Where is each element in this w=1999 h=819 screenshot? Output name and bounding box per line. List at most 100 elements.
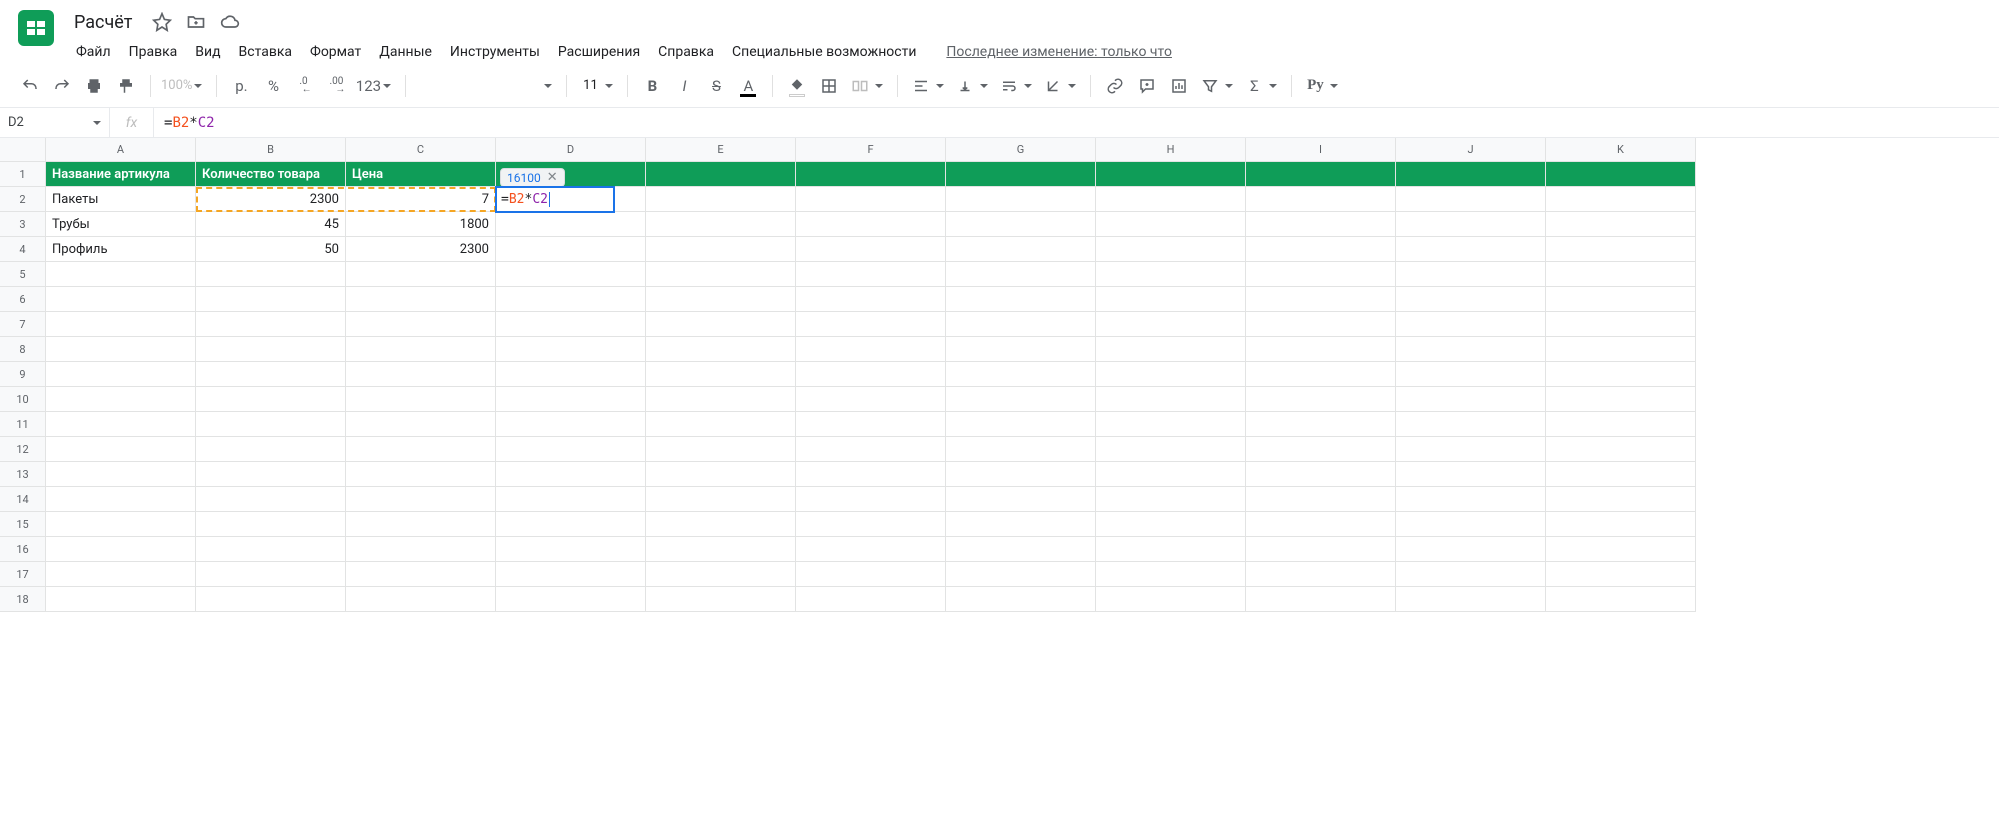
col-header-G[interactable]: G <box>946 138 1096 162</box>
last-change-link[interactable]: Последнее изменение: только что <box>946 44 1172 60</box>
cell-J4[interactable] <box>1396 237 1546 262</box>
cell-C16[interactable] <box>346 537 496 562</box>
format-currency-button[interactable]: р. <box>227 72 255 100</box>
cell-B16[interactable] <box>196 537 346 562</box>
menu-format[interactable]: Формат <box>302 40 369 64</box>
cell-H2[interactable] <box>1096 187 1246 212</box>
cell-I9[interactable] <box>1246 362 1396 387</box>
cell-A14[interactable] <box>46 487 196 512</box>
close-result-tip-icon[interactable]: ✕ <box>547 170 558 185</box>
cell-G6[interactable] <box>946 287 1096 312</box>
cell-E13[interactable] <box>646 462 796 487</box>
cell-A6[interactable] <box>46 287 196 312</box>
cell-H17[interactable] <box>1096 562 1246 587</box>
redo-button[interactable] <box>48 72 76 100</box>
cell-G4[interactable] <box>946 237 1096 262</box>
cell-G3[interactable] <box>946 212 1096 237</box>
cell-J13[interactable] <box>1396 462 1546 487</box>
cell-I10[interactable] <box>1246 387 1396 412</box>
cell-G15[interactable] <box>946 512 1096 537</box>
zoom-dropdown[interactable]: 100% <box>161 72 206 100</box>
cell-F15[interactable] <box>796 512 946 537</box>
cell-J6[interactable] <box>1396 287 1546 312</box>
cell-C17[interactable] <box>346 562 496 587</box>
cell-I6[interactable] <box>1246 287 1396 312</box>
cell-I1[interactable] <box>1246 162 1396 187</box>
cell-D6[interactable] <box>496 287 646 312</box>
cell-I3[interactable] <box>1246 212 1396 237</box>
cell-E17[interactable] <box>646 562 796 587</box>
cell-E7[interactable] <box>646 312 796 337</box>
cell-C2[interactable]: 7 <box>346 187 496 212</box>
cell-H15[interactable] <box>1096 512 1246 537</box>
row-header-8[interactable]: 8 <box>0 337 46 362</box>
cell-G17[interactable] <box>946 562 1096 587</box>
cell-G16[interactable] <box>946 537 1096 562</box>
cell-F5[interactable] <box>796 262 946 287</box>
cell-H12[interactable] <box>1096 437 1246 462</box>
cell-E9[interactable] <box>646 362 796 387</box>
cell-K3[interactable] <box>1546 212 1696 237</box>
cell-D3[interactable] <box>496 212 646 237</box>
cell-I4[interactable] <box>1246 237 1396 262</box>
cell-F3[interactable] <box>796 212 946 237</box>
fill-color-button[interactable] <box>783 72 811 100</box>
menu-insert[interactable]: Вставка <box>231 40 300 64</box>
cell-E8[interactable] <box>646 337 796 362</box>
cloud-status-icon[interactable] <box>220 12 240 32</box>
cell-K14[interactable] <box>1546 487 1696 512</box>
spreadsheet-grid[interactable]: ABCDEFGHIJK1Название артикулаКоличество … <box>0 138 1999 612</box>
cell-F8[interactable] <box>796 337 946 362</box>
cell-A12[interactable] <box>46 437 196 462</box>
cell-K15[interactable] <box>1546 512 1696 537</box>
cell-G11[interactable] <box>946 412 1096 437</box>
cell-K1[interactable] <box>1546 162 1696 187</box>
cell-F17[interactable] <box>796 562 946 587</box>
app-logo[interactable] <box>16 8 56 48</box>
cell-F18[interactable] <box>796 587 946 612</box>
cell-B3[interactable]: 45 <box>196 212 346 237</box>
cell-I17[interactable] <box>1246 562 1396 587</box>
cell-E1[interactable] <box>646 162 796 187</box>
cell-J1[interactable] <box>1396 162 1546 187</box>
cell-D9[interactable] <box>496 362 646 387</box>
cell-H9[interactable] <box>1096 362 1246 387</box>
cell-B14[interactable] <box>196 487 346 512</box>
cell-F1[interactable] <box>796 162 946 187</box>
cell-K9[interactable] <box>1546 362 1696 387</box>
cell-H13[interactable] <box>1096 462 1246 487</box>
cell-G18[interactable] <box>946 587 1096 612</box>
name-box[interactable]: D2 <box>0 108 110 137</box>
cell-F16[interactable] <box>796 537 946 562</box>
row-header-5[interactable]: 5 <box>0 262 46 287</box>
cell-J7[interactable] <box>1396 312 1546 337</box>
col-header-J[interactable]: J <box>1396 138 1546 162</box>
cell-E4[interactable] <box>646 237 796 262</box>
cell-G8[interactable] <box>946 337 1096 362</box>
cell-B10[interactable] <box>196 387 346 412</box>
cell-B11[interactable] <box>196 412 346 437</box>
row-header-6[interactable]: 6 <box>0 287 46 312</box>
cell-H14[interactable] <box>1096 487 1246 512</box>
cell-J10[interactable] <box>1396 387 1546 412</box>
cell-C4[interactable]: 2300 <box>346 237 496 262</box>
menu-file[interactable]: Файл <box>68 40 119 64</box>
col-header-F[interactable]: F <box>796 138 946 162</box>
row-header-15[interactable]: 15 <box>0 512 46 537</box>
merge-cells-dropdown[interactable] <box>847 72 887 100</box>
bold-button[interactable]: B <box>638 72 666 100</box>
cell-D8[interactable] <box>496 337 646 362</box>
menu-edit[interactable]: Правка <box>121 40 186 64</box>
cell-G5[interactable] <box>946 262 1096 287</box>
cell-K17[interactable] <box>1546 562 1696 587</box>
cell-J17[interactable] <box>1396 562 1546 587</box>
cell-C12[interactable] <box>346 437 496 462</box>
cell-A4[interactable]: Профиль <box>46 237 196 262</box>
move-folder-icon[interactable] <box>186 12 206 32</box>
cell-A3[interactable]: Трубы <box>46 212 196 237</box>
cell-K6[interactable] <box>1546 287 1696 312</box>
insert-chart-button[interactable] <box>1165 72 1193 100</box>
cell-G1[interactable] <box>946 162 1096 187</box>
cell-A18[interactable] <box>46 587 196 612</box>
cell-F14[interactable] <box>796 487 946 512</box>
